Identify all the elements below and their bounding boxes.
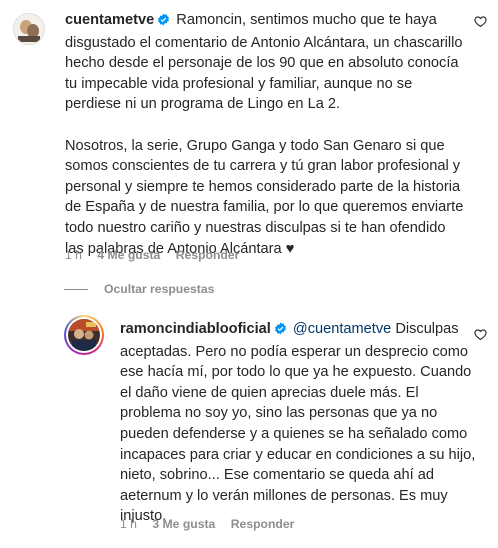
avatar-photo-icon [68, 319, 100, 351]
comment-time[interactable]: 1 h [65, 248, 82, 262]
cuentametve-logo-icon [14, 14, 44, 44]
hide-replies-label: Ocultar respuestas [104, 282, 215, 296]
reply-button[interactable]: Responder [176, 248, 240, 262]
comment-username[interactable]: cuentametve [65, 12, 154, 28]
heart-outline-icon[interactable] [474, 328, 487, 341]
reply-text: Disculpas aceptadas. Pero no podía esper… [120, 321, 480, 525]
mention-link[interactable]: @cuentametve [293, 321, 391, 337]
reply-likes[interactable]: 3 Me gusta [152, 517, 215, 531]
avatar-ramoncindiablooficial[interactable] [64, 315, 104, 355]
hide-replies-button[interactable]: Ocultar respuestas [64, 282, 214, 296]
reply-time[interactable]: 1 h [120, 517, 137, 531]
heart-outline-icon[interactable] [474, 15, 487, 28]
divider [64, 288, 88, 290]
comment-likes[interactable]: 4 Me gusta [97, 248, 160, 262]
verified-badge-icon [157, 12, 170, 33]
comment-meta: 1 h 4 Me gusta Responder [65, 248, 251, 262]
verified-badge-icon [274, 321, 287, 342]
reply-username[interactable]: ramoncindiablooficial [120, 321, 271, 337]
reply-body: ramoncindiablooficial @cuentametve Discu… [120, 319, 480, 527]
avatar-cuentametve[interactable] [13, 13, 45, 45]
heart-emoji: ♥ [285, 240, 295, 257]
comment-body: cuentametve Ramoncin, sentimos mucho que… [65, 10, 465, 259]
reply-button[interactable]: Responder [231, 517, 295, 531]
comment-text: Ramoncin, sentimos mucho que te haya dis… [65, 12, 464, 257]
reply-meta: 1 h 3 Me gusta Responder [120, 517, 306, 531]
